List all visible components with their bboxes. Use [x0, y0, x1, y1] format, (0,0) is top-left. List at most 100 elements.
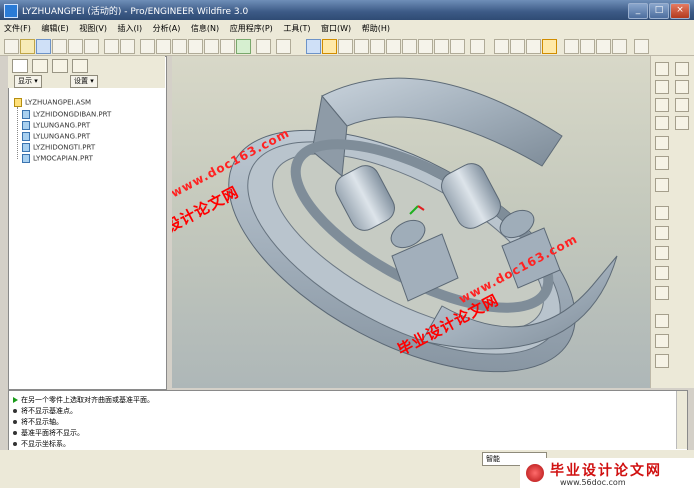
part-icon	[22, 132, 30, 141]
coordinate-system-tool-icon[interactable]	[675, 98, 689, 112]
datum-points-icon[interactable]	[596, 39, 611, 54]
redo-icon[interactable]	[120, 39, 135, 54]
menu-applications[interactable]: 应用程序(P)	[226, 20, 277, 37]
undo-icon[interactable]	[104, 39, 119, 54]
menu-insert[interactable]: 插入(I)	[114, 20, 147, 37]
pan-icon[interactable]	[354, 39, 369, 54]
menu-tools[interactable]: 工具(T)	[279, 20, 314, 37]
minimize-button[interactable]: _	[628, 3, 648, 19]
cut-icon[interactable]	[140, 39, 155, 54]
coordinate-systems-icon[interactable]	[612, 39, 627, 54]
navigator-options-bar: 显示 ▾ 设置 ▾	[8, 74, 165, 88]
open-folder-icon[interactable]	[20, 39, 35, 54]
message-text: 将不显示基准点。	[21, 407, 77, 415]
graphics-window[interactable]: 毕业设计论文网 www.doc163.com 毕业设计论文网 www.doc16…	[172, 56, 650, 388]
save-icon[interactable]	[36, 39, 51, 54]
tree-item-part[interactable]: LYLUNGANG.PRT	[22, 121, 90, 130]
menu-file[interactable]: 文件(F)	[0, 20, 35, 37]
datum-axes-icon[interactable]	[580, 39, 595, 54]
datum-planes-icon[interactable]	[564, 39, 579, 54]
reorient-icon[interactable]	[418, 39, 433, 54]
menu-analysis[interactable]: 分析(A)	[149, 20, 185, 37]
tree-item-label: LYMOCAPIAN.PRT	[33, 154, 93, 163]
tree-item-part[interactable]: LYZHIDONGDIBAN.PRT	[22, 110, 111, 119]
tree-item-label: LYLUNGANG.PRT	[33, 132, 91, 141]
layers-icon[interactable]	[450, 39, 465, 54]
settings-dropdown[interactable]: 设置 ▾	[70, 75, 98, 88]
tree-root-assembly[interactable]: LYZHUANGPEI.ASM	[14, 98, 91, 107]
chamfer-tool-icon[interactable]	[655, 286, 669, 300]
spin-center-icon[interactable]	[322, 39, 337, 54]
hole-tool-icon[interactable]	[655, 206, 669, 220]
tree-item-label: LYZHUANGPEI.ASM	[25, 98, 92, 107]
model-tree-tab-icon[interactable]	[12, 59, 28, 73]
model-tree-icon[interactable]	[236, 39, 251, 54]
analysis-tool-icon[interactable]	[655, 116, 669, 130]
datum-axis-tool-icon[interactable]	[675, 62, 689, 76]
assembly-icon	[14, 98, 22, 107]
mirror-tool-icon[interactable]	[655, 314, 669, 328]
create-component-icon[interactable]	[655, 156, 669, 170]
paste-special-icon[interactable]	[188, 39, 203, 54]
datum-point-tool-icon[interactable]	[655, 98, 669, 112]
message-scrollbar[interactable]	[676, 391, 687, 449]
part-icon	[22, 110, 30, 119]
menu-window[interactable]: 窗口(W)	[317, 20, 355, 37]
regen-manager-icon[interactable]	[220, 39, 235, 54]
find-icon[interactable]	[256, 39, 271, 54]
zoom-in-icon[interactable]	[370, 39, 385, 54]
favorites-tab-icon[interactable]	[52, 59, 68, 73]
refit-icon[interactable]	[402, 39, 417, 54]
wireframe-icon[interactable]	[494, 39, 509, 54]
hidden-line-icon[interactable]	[510, 39, 525, 54]
menu-edit[interactable]: 编辑(E)	[37, 20, 72, 37]
message-text: 在另一个零件上选取对齐曲面或基准平面。	[21, 396, 154, 404]
print-preview-icon[interactable]	[68, 39, 83, 54]
right-feature-toolbar	[650, 56, 694, 388]
show-dropdown[interactable]: 显示 ▾	[14, 75, 42, 88]
orient-mode-icon[interactable]	[338, 39, 353, 54]
menu-help[interactable]: 帮助(H)	[358, 20, 394, 37]
tree-item-part[interactable]: LYLUNGANG.PRT	[22, 132, 90, 141]
shading-icon[interactable]	[542, 39, 557, 54]
sketch-tool-icon[interactable]	[655, 80, 669, 94]
tree-item-part[interactable]: LYZHIDONGTI.PRT	[22, 143, 95, 152]
maximize-button[interactable]: □	[649, 3, 669, 19]
part-icon	[22, 121, 30, 130]
connections-tab-icon[interactable]	[72, 59, 88, 73]
context-help-icon[interactable]	[634, 39, 649, 54]
bullet-icon	[13, 420, 17, 424]
close-button[interactable]: ×	[670, 3, 690, 19]
saved-views-icon[interactable]	[434, 39, 449, 54]
datum-plane-tool-icon[interactable]	[655, 62, 669, 76]
print-icon[interactable]	[52, 39, 67, 54]
datum-curve-tool-icon[interactable]	[675, 80, 689, 94]
tree-item-label: LYZHIDONGTI.PRT	[33, 143, 96, 152]
repaint-icon[interactable]	[306, 39, 321, 54]
menu-info[interactable]: 信息(N)	[187, 20, 223, 37]
message-line: 将不显示基准点。	[13, 406, 77, 416]
new-file-icon[interactable]	[4, 39, 19, 54]
regenerate-icon[interactable]	[204, 39, 219, 54]
selection-box-icon[interactable]	[276, 39, 291, 54]
reference-tool-icon[interactable]	[675, 116, 689, 130]
no-hidden-icon[interactable]	[526, 39, 541, 54]
paste-icon[interactable]	[172, 39, 187, 54]
copy-icon[interactable]	[156, 39, 171, 54]
revolve-tool-icon[interactable]	[655, 246, 669, 260]
merge-tool-icon[interactable]	[655, 354, 669, 368]
round-tool-icon[interactable]	[655, 266, 669, 280]
tree-item-part[interactable]: LYMOCAPIAN.PRT	[22, 154, 93, 163]
folder-browser-tab-icon[interactable]	[32, 59, 48, 73]
component-assemble-icon[interactable]	[655, 136, 669, 150]
zoom-out-icon[interactable]	[386, 39, 401, 54]
pattern-tool-icon[interactable]	[655, 334, 669, 348]
email-icon[interactable]	[84, 39, 99, 54]
menu-view[interactable]: 视图(V)	[75, 20, 111, 37]
view-manager-icon[interactable]	[470, 39, 485, 54]
message-area: 在另一个零件上选取对齐曲面或基准平面。 将不显示基准点。 将不显示轴。 基准平面…	[8, 390, 688, 452]
logo-icon	[526, 464, 544, 482]
message-prompt: 在另一个零件上选取对齐曲面或基准平面。	[13, 395, 154, 405]
extrude-tool-icon[interactable]	[655, 226, 669, 240]
annotation-tool-icon[interactable]	[655, 178, 669, 192]
